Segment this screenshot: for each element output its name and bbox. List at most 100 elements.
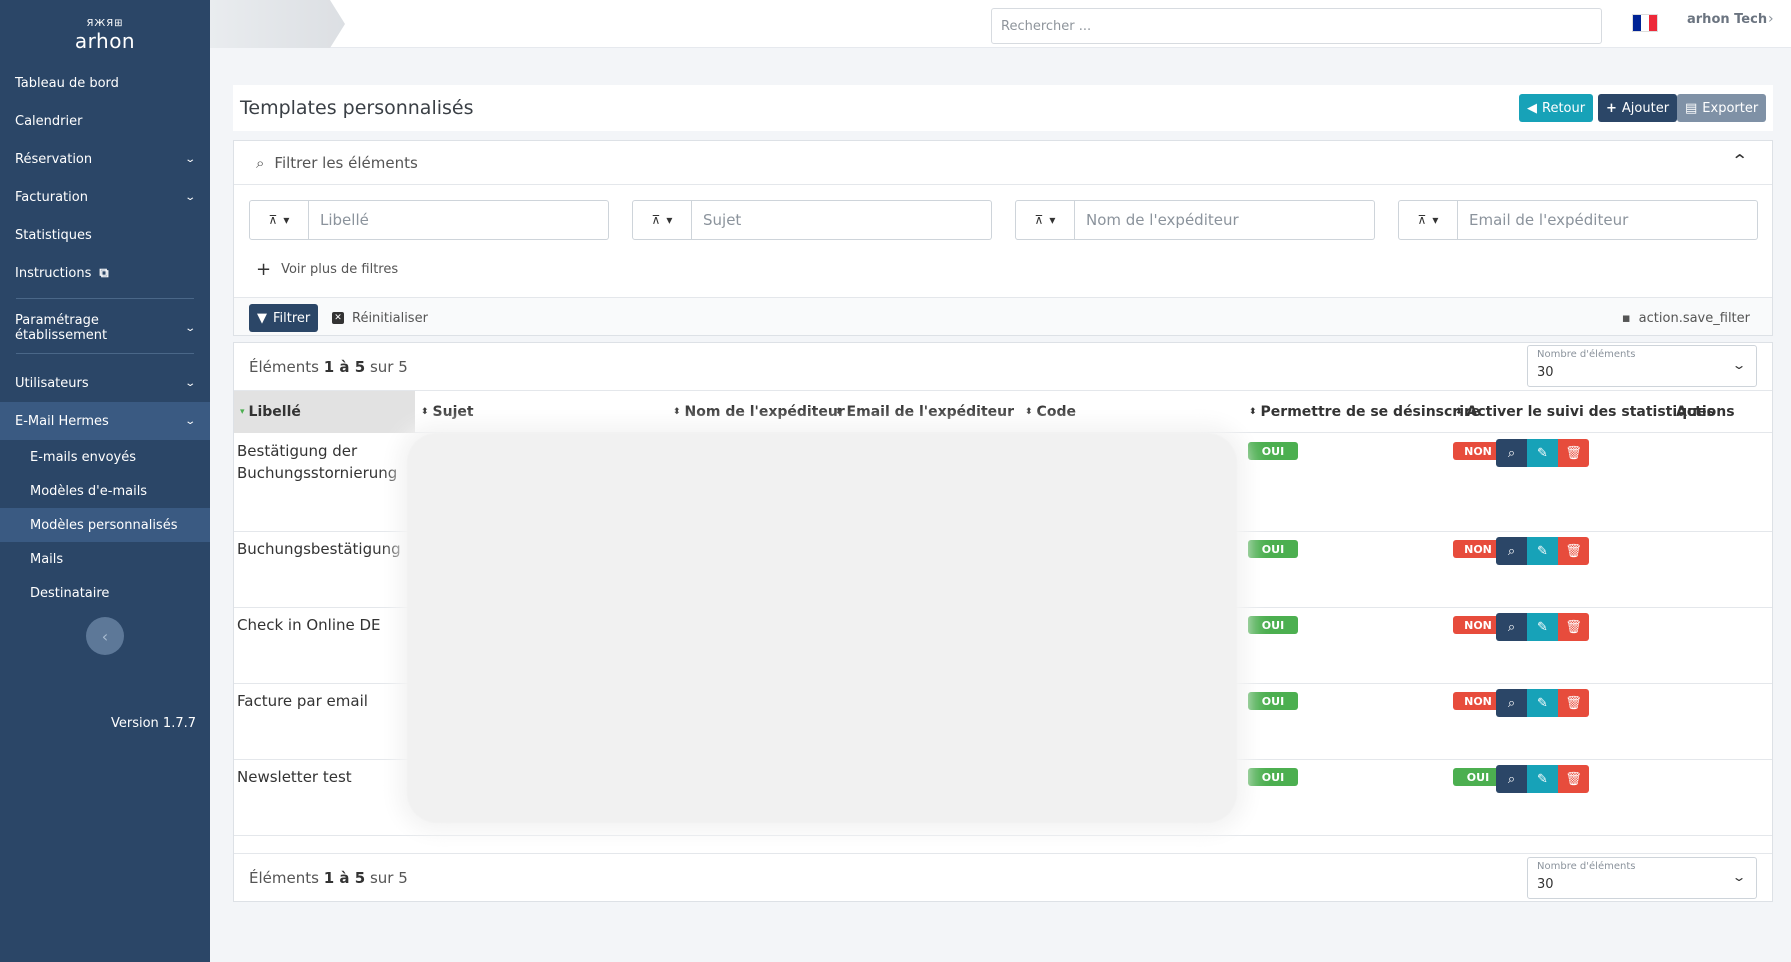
sidebar-item-label: Réservation	[15, 151, 93, 167]
view-button[interactable]: ⌕	[1496, 765, 1527, 793]
save-filter-button[interactable]: ▪ action.save_filter	[1622, 304, 1750, 332]
sidebar-divider	[16, 298, 194, 299]
chevron-right-icon[interactable]: ›	[1768, 11, 1774, 27]
filter-header[interactable]: ⌕ Filtrer les éléments ⌃	[234, 141, 1772, 185]
sidebar-item-calendar[interactable]: Calendrier	[0, 102, 210, 140]
filter-input-label[interactable]	[309, 200, 609, 240]
sidebar-subitem-mails[interactable]: Mails	[0, 542, 210, 576]
page-size-select[interactable]: Nombre d'éléments 30 ⌄	[1527, 857, 1757, 899]
count-prefix: Éléments	[249, 358, 319, 376]
sidebar-item-billing[interactable]: Facturation ⌄	[0, 178, 210, 216]
sidebar-item-statistics[interactable]: Statistiques	[0, 216, 210, 254]
view-button[interactable]: ⌕	[1496, 439, 1527, 467]
redacted-area	[407, 433, 1237, 823]
caret-down-icon: ▾	[666, 213, 673, 227]
sidebar-subitem-email-models[interactable]: Modèles d'e-mails	[0, 474, 210, 508]
reset-button[interactable]: ✕ Réinitialiser	[332, 304, 428, 332]
delete-button[interactable]: 🗑	[1558, 439, 1589, 467]
sort-icon: ⬍	[1249, 407, 1257, 417]
add-button[interactable]: + Ajouter	[1598, 94, 1678, 122]
sidebar-item-label: Calendrier	[15, 113, 83, 129]
edit-icon: ✎	[1537, 619, 1548, 635]
count-suffix: sur 5	[369, 868, 408, 887]
column-header-actions: Actions	[1676, 391, 1735, 433]
column-header-sender-email[interactable]: ⬍ Email de l'expéditeur	[835, 391, 1014, 433]
trash-icon: 🗑	[1565, 771, 1582, 787]
language-flag-icon[interactable]	[1632, 14, 1658, 32]
user-name[interactable]: arhon Tech	[1687, 12, 1767, 27]
filter-field-label: ⊼ ▾	[249, 200, 609, 240]
delete-button[interactable]: 🗑	[1558, 537, 1589, 565]
more-filters-link[interactable]: + Voir plus de filtres	[256, 259, 398, 280]
edit-icon: ✎	[1537, 543, 1548, 559]
edit-button[interactable]: ✎	[1527, 689, 1558, 717]
close-square-icon: ✕	[332, 312, 344, 324]
column-header-text: Sujet	[432, 404, 474, 420]
column-header-label[interactable]: ▾ Libellé	[234, 391, 415, 433]
filter-field-sender-name: ⊼ ▾	[1015, 200, 1375, 240]
flag-stripe	[1649, 15, 1657, 31]
sidebar-item-instructions[interactable]: Instructions ⧉	[0, 254, 210, 292]
sidebar-subitem-custom-models[interactable]: Modèles personnalisés	[0, 508, 210, 542]
add-button-label: Ajouter	[1621, 100, 1670, 116]
chevron-up-icon[interactable]: ⌃	[1731, 151, 1748, 170]
caret-down-icon: ▾	[283, 213, 290, 227]
delete-button[interactable]: 🗑	[1558, 689, 1589, 717]
column-header-subject[interactable]: ⬍ Sujet	[421, 391, 474, 433]
sidebar-item-settings[interactable]: Paramétrage établissement ⌄	[0, 309, 210, 347]
sidebar-item-email-hermes[interactable]: E-Mail Hermes ⌄	[0, 402, 210, 440]
unsubscribe-badge: OUI	[1248, 692, 1298, 710]
delete-button[interactable]: 🗑	[1558, 613, 1589, 641]
filter-button[interactable]: ▼ Filtrer	[249, 304, 319, 332]
export-button[interactable]: ▤ Exporter	[1677, 94, 1767, 122]
trash-icon: 🗑	[1565, 445, 1582, 461]
sidebar-item-users[interactable]: Utilisateurs ⌄	[0, 364, 210, 402]
edit-button[interactable]: ✎	[1527, 765, 1558, 793]
more-filters-label: Voir plus de filtres	[281, 262, 399, 277]
table-header: ▾ Libellé ⬍ Sujet ⬍ Nom de l'expéditeur ⬍ Em…	[234, 390, 1772, 433]
filter-input-sender-name[interactable]	[1075, 200, 1375, 240]
filter-field-subject: ⊼ ▾	[632, 200, 992, 240]
edit-button[interactable]: ✎	[1527, 613, 1558, 641]
external-link-icon: ⧉	[99, 265, 109, 281]
edit-button[interactable]: ✎	[1527, 439, 1558, 467]
filter-input-sender-email[interactable]	[1458, 200, 1758, 240]
filter-mode-dropdown[interactable]: ⊼ ▾	[1398, 200, 1458, 240]
column-header-unsubscribe[interactable]: ⬍ Permettre de se désinscrire	[1249, 391, 1480, 433]
search-input[interactable]	[991, 8, 1602, 44]
sidebar-subitem-sent-emails[interactable]: E-mails envoyés	[0, 440, 210, 474]
filter-mode-dropdown[interactable]: ⊼ ▾	[1015, 200, 1075, 240]
delete-button[interactable]: 🗑	[1558, 765, 1589, 793]
view-button[interactable]: ⌕	[1496, 689, 1527, 717]
column-header-code[interactable]: ⬍ Code	[1025, 391, 1076, 433]
logo-text: arhon	[74, 29, 136, 53]
row-actions: ⌕ ✎ 🗑	[1496, 537, 1589, 565]
view-button[interactable]: ⌕	[1496, 537, 1527, 565]
pagination-summary-footer: Éléments 1 à 5 sur 5 Nombre d'éléments 3…	[234, 853, 1772, 901]
edit-button[interactable]: ✎	[1527, 537, 1558, 565]
filter-input-subject[interactable]	[692, 200, 992, 240]
caret-down-icon: ▾	[1049, 213, 1056, 227]
sidebar-item-dashboard[interactable]: Tableau de bord	[0, 64, 210, 102]
reset-button-label: Réinitialiser	[352, 310, 428, 326]
unsubscribe-badge: OUI	[1248, 442, 1298, 460]
text-filter-icon: ⊼	[1034, 213, 1044, 227]
page-size-select[interactable]: Nombre d'éléments 30 ⌄	[1527, 345, 1757, 387]
text-filter-icon: ⊼	[651, 213, 661, 227]
sidebar-collapse-button[interactable]: ‹	[86, 617, 124, 655]
sort-icon: ▾	[240, 407, 245, 417]
filter-field-sender-email: ⊼ ▾	[1398, 200, 1758, 240]
search-icon: ⌕	[256, 153, 265, 172]
sidebar-item-reservation[interactable]: Réservation ⌄	[0, 140, 210, 178]
filter-mode-dropdown[interactable]: ⊼ ▾	[632, 200, 692, 240]
column-header-sender-name[interactable]: ⬍ Nom de l'expéditeur	[673, 391, 845, 433]
filter-mode-dropdown[interactable]: ⊼ ▾	[249, 200, 309, 240]
count-prefix: Éléments	[249, 868, 319, 887]
plus-icon: +	[1606, 100, 1617, 116]
sidebar-subitem-recipient[interactable]: Destinataire	[0, 576, 210, 610]
flag-stripe	[1633, 15, 1641, 31]
chevron-left-icon: ‹	[101, 626, 109, 646]
logo[interactable]: ЯЖЯ⊞ arhon	[0, 0, 210, 64]
view-button[interactable]: ⌕	[1496, 613, 1527, 641]
back-button[interactable]: ◀ Retour	[1519, 94, 1594, 122]
